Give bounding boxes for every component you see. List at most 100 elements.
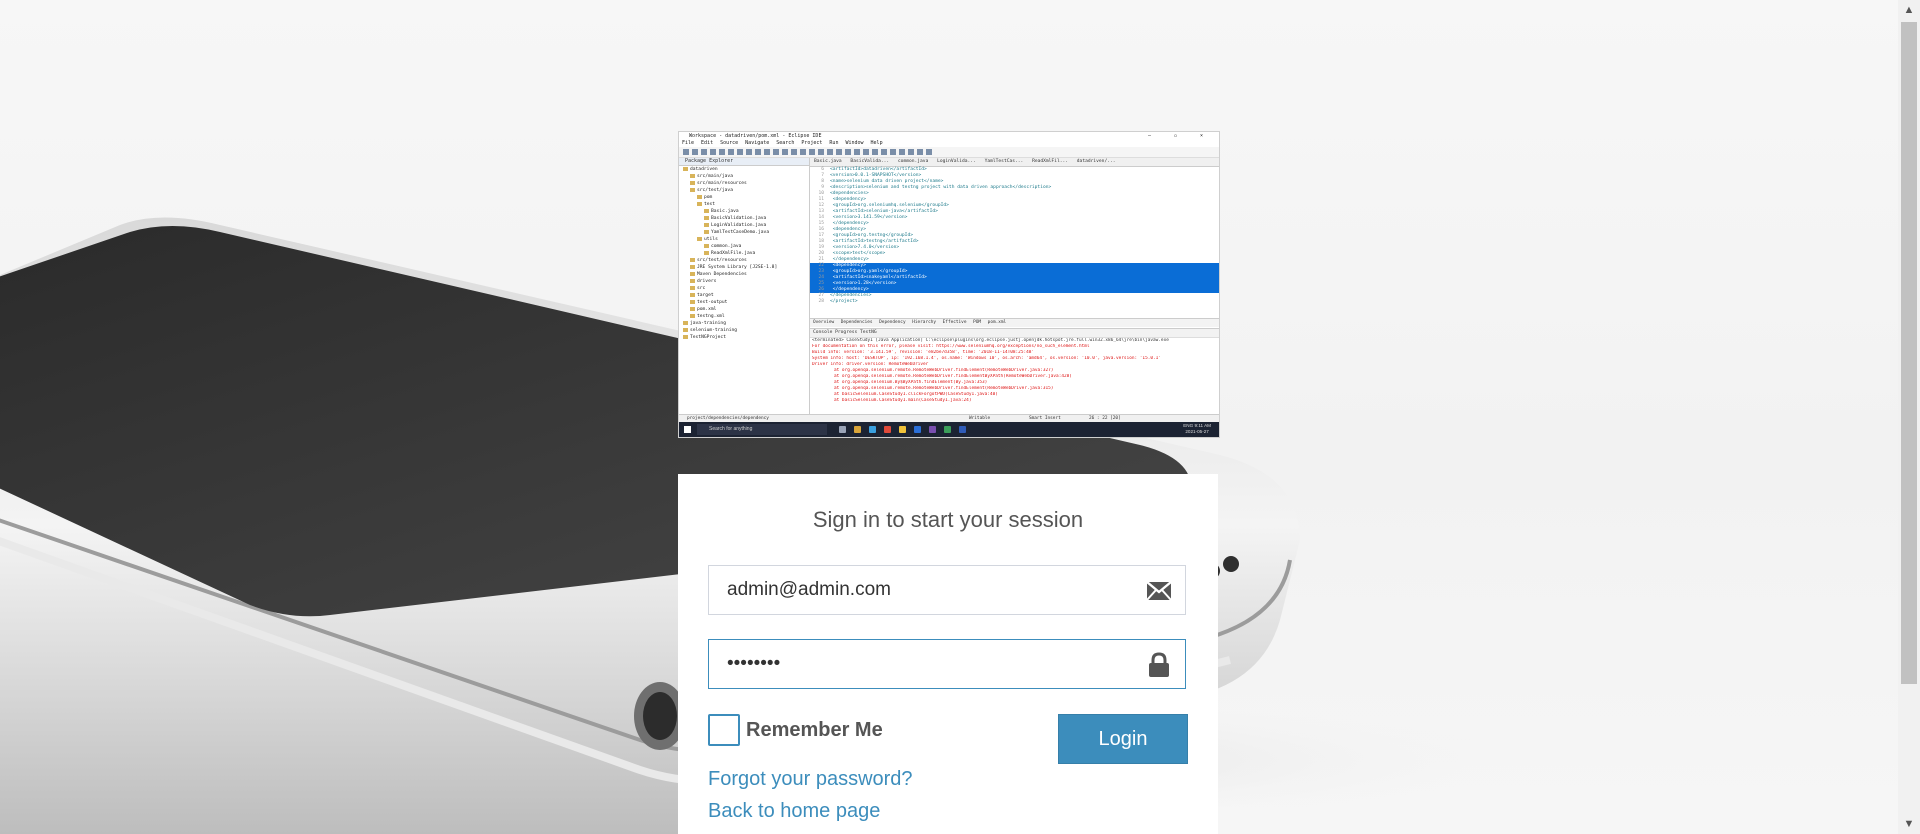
toolbar-icon [746,149,752,155]
pom-editor-tabs: Overview Dependencies Dependency Hierarc… [810,318,1219,327]
code-text: <dependencies> [830,191,869,196]
package-tree-item: LoginValidation.java [679,222,809,229]
package-tree-item: utils [679,236,809,243]
folder-icon [690,292,695,297]
package-tree-label: JRE System Library [J2SE-1.8] [697,265,778,270]
package-tree-item: src/main/resources [679,180,809,187]
remember-me-label[interactable]: Remember Me [746,719,883,742]
package-tree-label: common.java [711,244,742,249]
clock-time: 9:11 AM [1194,423,1211,428]
package-tree-label: Maven Dependencies [697,272,747,277]
package-tree-label: src/test/resources [697,258,747,263]
toolbar-icon [683,149,689,155]
toolbar-icon [881,149,887,155]
folder-icon [704,208,709,213]
app-icon [944,426,951,433]
toolbar-icon [755,149,761,155]
login-box-msg: Sign in to start your session [812,507,1084,532]
code-text: <groupId>org.seleniumhq.selenium</groupI… [830,203,949,208]
package-tree-label: Basic.java [711,209,739,214]
folder-icon [704,243,709,248]
folder-icon [704,222,709,227]
folder-icon [697,236,702,241]
package-tree-item: src/test/java [679,187,809,194]
taskbar-clock: ENG 9:11 AM 2021-05-27 [1183,423,1211,435]
email-input[interactable] [727,566,1127,614]
taskbar-search: Search for anything [697,424,827,435]
login-button[interactable]: Login [1058,714,1188,764]
package-tree-label: src [697,286,706,291]
folder-icon [683,327,688,332]
word-icon [959,426,966,433]
folder-icon [690,278,695,283]
package-explorer: Package Explorer datadriven src/main/java… [679,158,810,414]
toolbar-icon [818,149,824,155]
toolbar-icon [701,149,707,155]
eclipse-icon [929,426,936,433]
package-tree-item: java-training [679,320,809,327]
package-tree-item: test [679,201,809,208]
package-tree-label: src/main/java [697,174,733,179]
email-field-wrapper [708,565,1186,615]
ide-toolbar [679,147,1219,158]
scrollbar-thumb[interactable] [1901,22,1917,684]
package-tree-item: src [679,285,809,292]
folder-icon [690,264,695,269]
folder-icon [690,306,695,311]
folder-icon [683,166,688,171]
package-tree-label: java-training [690,321,726,326]
ide-title-text: Workspace - datadriven/pom.xml - Eclipse… [689,133,822,139]
password-field-wrapper [708,639,1186,689]
code-text: <dependency> [830,197,866,202]
login-card: Sign in to start your session Remember M… [678,474,1218,834]
ide-screenshot-image: Workspace - datadriven/pom.xml - Eclipse… [678,131,1220,438]
ide-window-title: Workspace - datadriven/pom.xml - Eclipse… [679,132,1219,140]
folder-icon [690,180,695,185]
folder-icon [704,215,709,220]
package-tree-label: src/test/java [697,188,733,193]
toolbar-icon [791,149,797,155]
code-text: <scope>test</scope> [830,251,886,256]
console-panel: Console Progress TestNG <terminated> Cas… [810,328,1219,415]
package-tree-item: src/main/java [679,173,809,180]
chevron-down-icon[interactable]: ▼ [1898,814,1920,834]
forgot-password-link[interactable]: Forgot your password? [708,768,913,791]
toolbar-icon [737,149,743,155]
package-tree-label: TestNGProject [690,335,726,340]
code-text: <artifactId>testng</artifactId> [830,239,919,244]
toolbar-icon [800,149,806,155]
password-input[interactable] [727,640,1127,688]
package-tree-label: BasicValidation.java [711,216,767,221]
code-text: </project> [830,299,858,304]
code-text: </dependency> [830,221,869,226]
package-tree-label: selenium-training [690,328,738,333]
window-controls-icon: – ▫ × [1147,133,1213,139]
envelope-icon [1145,578,1173,604]
code-text: <groupId>org.testng</groupId> [830,233,913,238]
task-view-icon [839,426,846,433]
toolbar-icon [719,149,725,155]
folder-icon [690,299,695,304]
code-text: <artifactId>snakeyaml</artifactId> [830,275,927,280]
code-text: </dependency> [830,287,869,292]
package-tree-item: BasicValidation.java [679,215,809,222]
page-scrollbar[interactable]: ▲ ▼ [1898,0,1920,834]
package-tree-item: selenium-training [679,327,809,334]
chevron-up-icon[interactable]: ▲ [1898,0,1920,20]
folder-icon [690,173,695,178]
toolbar-icon [890,149,896,155]
package-explorer-title: Package Explorer [679,158,809,166]
toolbar-icon [863,149,869,155]
package-tree-label: YamlTestCaseDemo.java [711,230,770,235]
toolbar-icon [836,149,842,155]
chrome-icon [884,426,891,433]
package-tree-item: target [679,292,809,299]
package-tree-item: testng.xml [679,313,809,320]
package-tree-label: pom [704,195,713,200]
folder-icon [683,320,688,325]
code-text: <artifactId>selenium-java</artifactId> [830,209,938,214]
back-home-link[interactable]: Back to home page [708,800,880,823]
code-editor: Basic.java BasicValida... common.java Lo… [810,158,1219,308]
package-tree-item: src/test/resources [679,257,809,264]
remember-me-checkbox[interactable] [708,714,740,746]
